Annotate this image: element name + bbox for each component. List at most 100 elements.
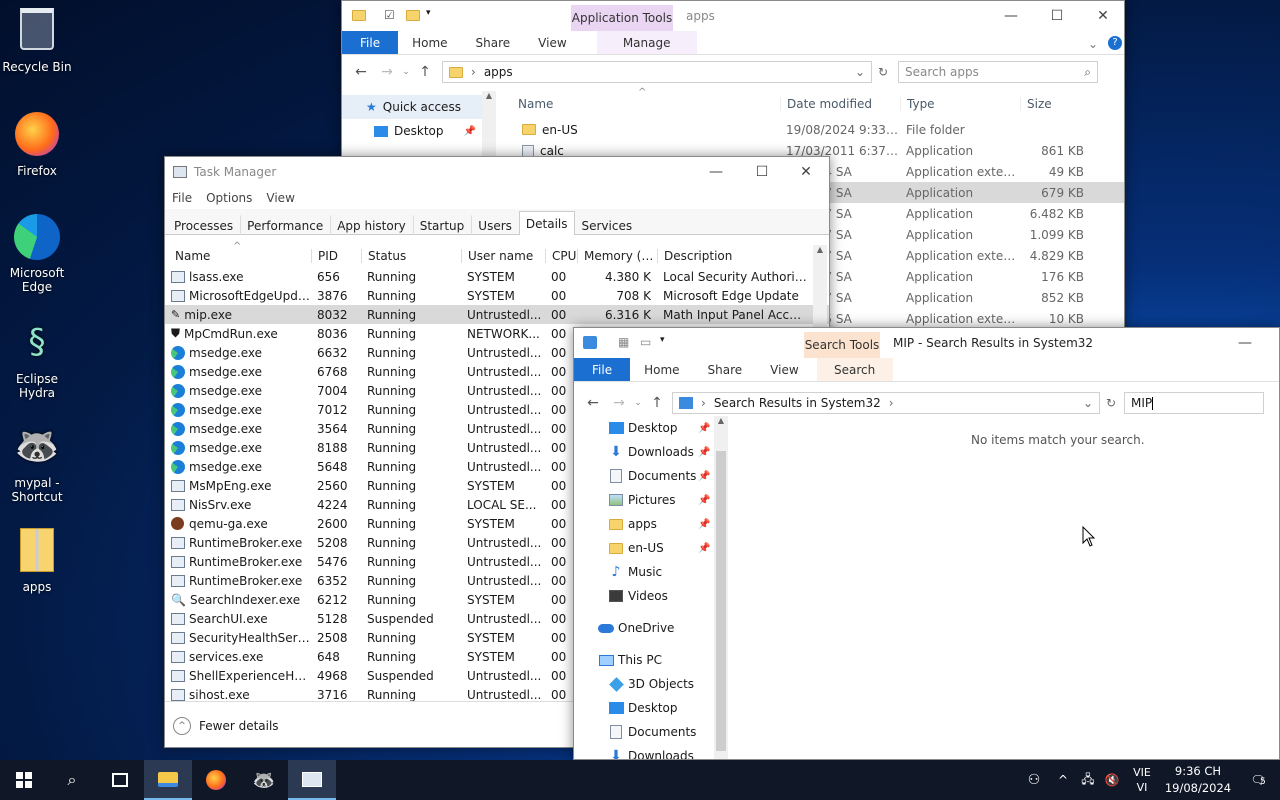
col-pid[interactable]: PID [311,249,361,263]
menu-options[interactable]: Options [206,191,252,205]
search-button[interactable]: ⌕ [48,760,96,800]
tab-services[interactable]: Services [575,215,640,235]
col-type[interactable]: Type [900,97,1020,111]
help-icon[interactable]: ? [1108,36,1122,50]
forward-button[interactable]: → [374,64,400,80]
clock[interactable]: 9:36 CH 19/08/2024 [1160,763,1236,797]
tab-file[interactable]: File [574,358,631,381]
tab-view[interactable]: View [756,358,812,381]
tab-home[interactable]: Home [398,31,461,54]
address-dropdown-icon[interactable]: ⌄ [1083,396,1093,410]
col-name[interactable]: Name [502,97,780,111]
col-date[interactable]: Date modified [780,97,900,111]
col-description[interactable]: Description [657,249,807,263]
tab-performance[interactable]: Performance [240,215,330,235]
network-icon[interactable]: 🖧 [1076,770,1100,791]
process-row[interactable]: lsass.exe 656 Running SYSTEM 00 4.380 K Local … [165,267,829,286]
taskbar-firefox[interactable] [192,760,240,800]
context-tab-application-tools[interactable]: Application Tools [571,5,673,31]
file-row[interactable]: en-US 19/08/2024 9:33 CH File folder [502,119,1124,140]
refresh-button[interactable]: ↻ [872,65,894,79]
nav-music[interactable]: ♪ Music [574,560,714,584]
taskbar-mypal[interactable]: 🦝 [240,760,288,800]
nav-3d-objects[interactable]: 3D Objects [574,672,714,696]
refresh-button[interactable]: ↻ [1100,396,1122,410]
nav-desktop[interactable]: Desktop 📌 [574,416,714,440]
scroll-up-icon[interactable]: ▲ [482,91,496,100]
tab-users[interactable]: Users [471,215,519,235]
col-memory[interactable]: Memory (p... [577,249,657,263]
nav-en-us[interactable]: en-US 📌 [574,536,714,560]
nav-documents[interactable]: Documents 📌 [574,464,714,488]
nav-pictures[interactable]: Pictures 📌 [574,488,714,512]
apps-titlebar[interactable]: ☑ ▾ Application Tools apps — ☐ ✕ [342,1,1124,31]
tab-details[interactable]: Details [518,211,575,235]
search-input[interactable]: Search apps ⌕ [898,61,1098,83]
volume-icon[interactable]: 🔇 [1100,773,1124,787]
explorer-search-window[interactable]: ▦ ▭ ▾ Search Tools MIP - Search Results … [573,327,1280,760]
minimize-button[interactable]: — [988,1,1034,31]
maximize-button[interactable]: ☐ [1034,1,1080,31]
tab-search[interactable]: Search [816,358,893,381]
show-hidden-icons-button[interactable]: ^ [1050,773,1076,787]
desktop-icon-folder-zip[interactable]: apps [0,528,74,594]
customize-qat-icon[interactable]: ▾ [426,8,431,18]
close-button[interactable]: ✕ [1080,1,1124,31]
process-row[interactable]: ✎ mip.exe 8032 Running Untrustedl... 00 6.316 … [165,305,829,324]
desktop-icon-hydra[interactable]: § Eclipse Hydra [0,320,74,400]
address-bar[interactable]: › Search Results in System32 › ⌄ [672,392,1100,414]
tab-processes[interactable]: Processes [167,215,240,235]
tab-app-history[interactable]: App history [330,215,413,235]
scroll-up-icon[interactable]: ▲ [714,416,728,425]
nav-onedrive[interactable]: OneDrive [574,616,714,640]
desktop-icon-firefox[interactable]: Firefox [0,112,74,178]
maximize-button[interactable]: ☐ [739,157,785,187]
process-row[interactable]: MicrosoftEdgeUpdat... 3876 Running SYSTEM 00… [165,286,829,305]
recent-locations-button[interactable]: ⌄ [400,67,412,77]
tab-view[interactable]: View [524,31,580,54]
expand-ribbon-icon[interactable]: ⌄ [1088,37,1098,51]
properties-icon[interactable]: ☑ [384,8,395,22]
context-tab-search-tools[interactable]: Search Tools [804,332,880,358]
tab-startup[interactable]: Startup [412,215,472,235]
forward-button[interactable]: → [606,395,632,411]
nav-documents[interactable]: Documents [574,720,714,744]
people-icon[interactable]: ⚇ [1018,772,1050,788]
desktop-icon-edge[interactable]: Microsoft Edge [0,214,74,294]
back-button[interactable]: ← [348,64,374,80]
new-folder-icon[interactable] [406,10,420,21]
scroll-thumb[interactable] [716,451,726,751]
tab-share[interactable]: Share [462,31,525,54]
minimize-button[interactable]: — [693,157,739,187]
col-cpu[interactable]: CPU [545,249,577,263]
recent-locations-button[interactable]: ⌄ [632,398,644,408]
action-center-button[interactable]: 🗨 5 [1236,773,1280,787]
tab-manage[interactable]: Manage [596,31,697,54]
address-bar[interactable]: › apps ⌄ [442,61,872,83]
nav-videos[interactable]: Videos [574,584,714,608]
properties-icon[interactable]: ▦ [618,335,629,349]
nav-downloads[interactable]: ⬇ Downloads [574,744,714,759]
taskbar-explorer[interactable] [144,760,192,800]
up-button[interactable]: ↑ [644,395,670,411]
task-view-button[interactable] [96,760,144,800]
new-folder-icon[interactable]: ▭ [640,335,651,349]
search-nav-scrollbar[interactable]: ▲ [714,416,728,759]
nav-desktop[interactable]: Desktop 📌 [342,119,496,143]
desktop-icon-mypal[interactable]: 🦝 mypal - Shortcut [0,424,74,504]
desktop-icon-recycle-bin[interactable]: Recycle Bin [0,8,74,74]
collapse-icon[interactable]: ^ [173,716,191,735]
tab-home[interactable]: Home [630,358,693,381]
col-user[interactable]: User name [461,249,545,263]
minimize-button[interactable]: — [1222,328,1268,358]
customize-qat-icon[interactable]: ▾ [660,335,665,345]
tab-share[interactable]: Share [694,358,757,381]
start-button[interactable] [0,760,48,800]
search-input[interactable]: MIP [1124,392,1264,414]
address-dropdown-icon[interactable]: ⌄ [855,65,865,79]
nav-downloads[interactable]: ⬇ Downloads 📌 [574,440,714,464]
input-language[interactable]: VIE VI [1124,765,1160,795]
nav-quick-access[interactable]: ★ Quick access [342,95,496,119]
scroll-up-icon[interactable]: ▲ [813,245,827,254]
menu-file[interactable]: File [172,191,192,205]
